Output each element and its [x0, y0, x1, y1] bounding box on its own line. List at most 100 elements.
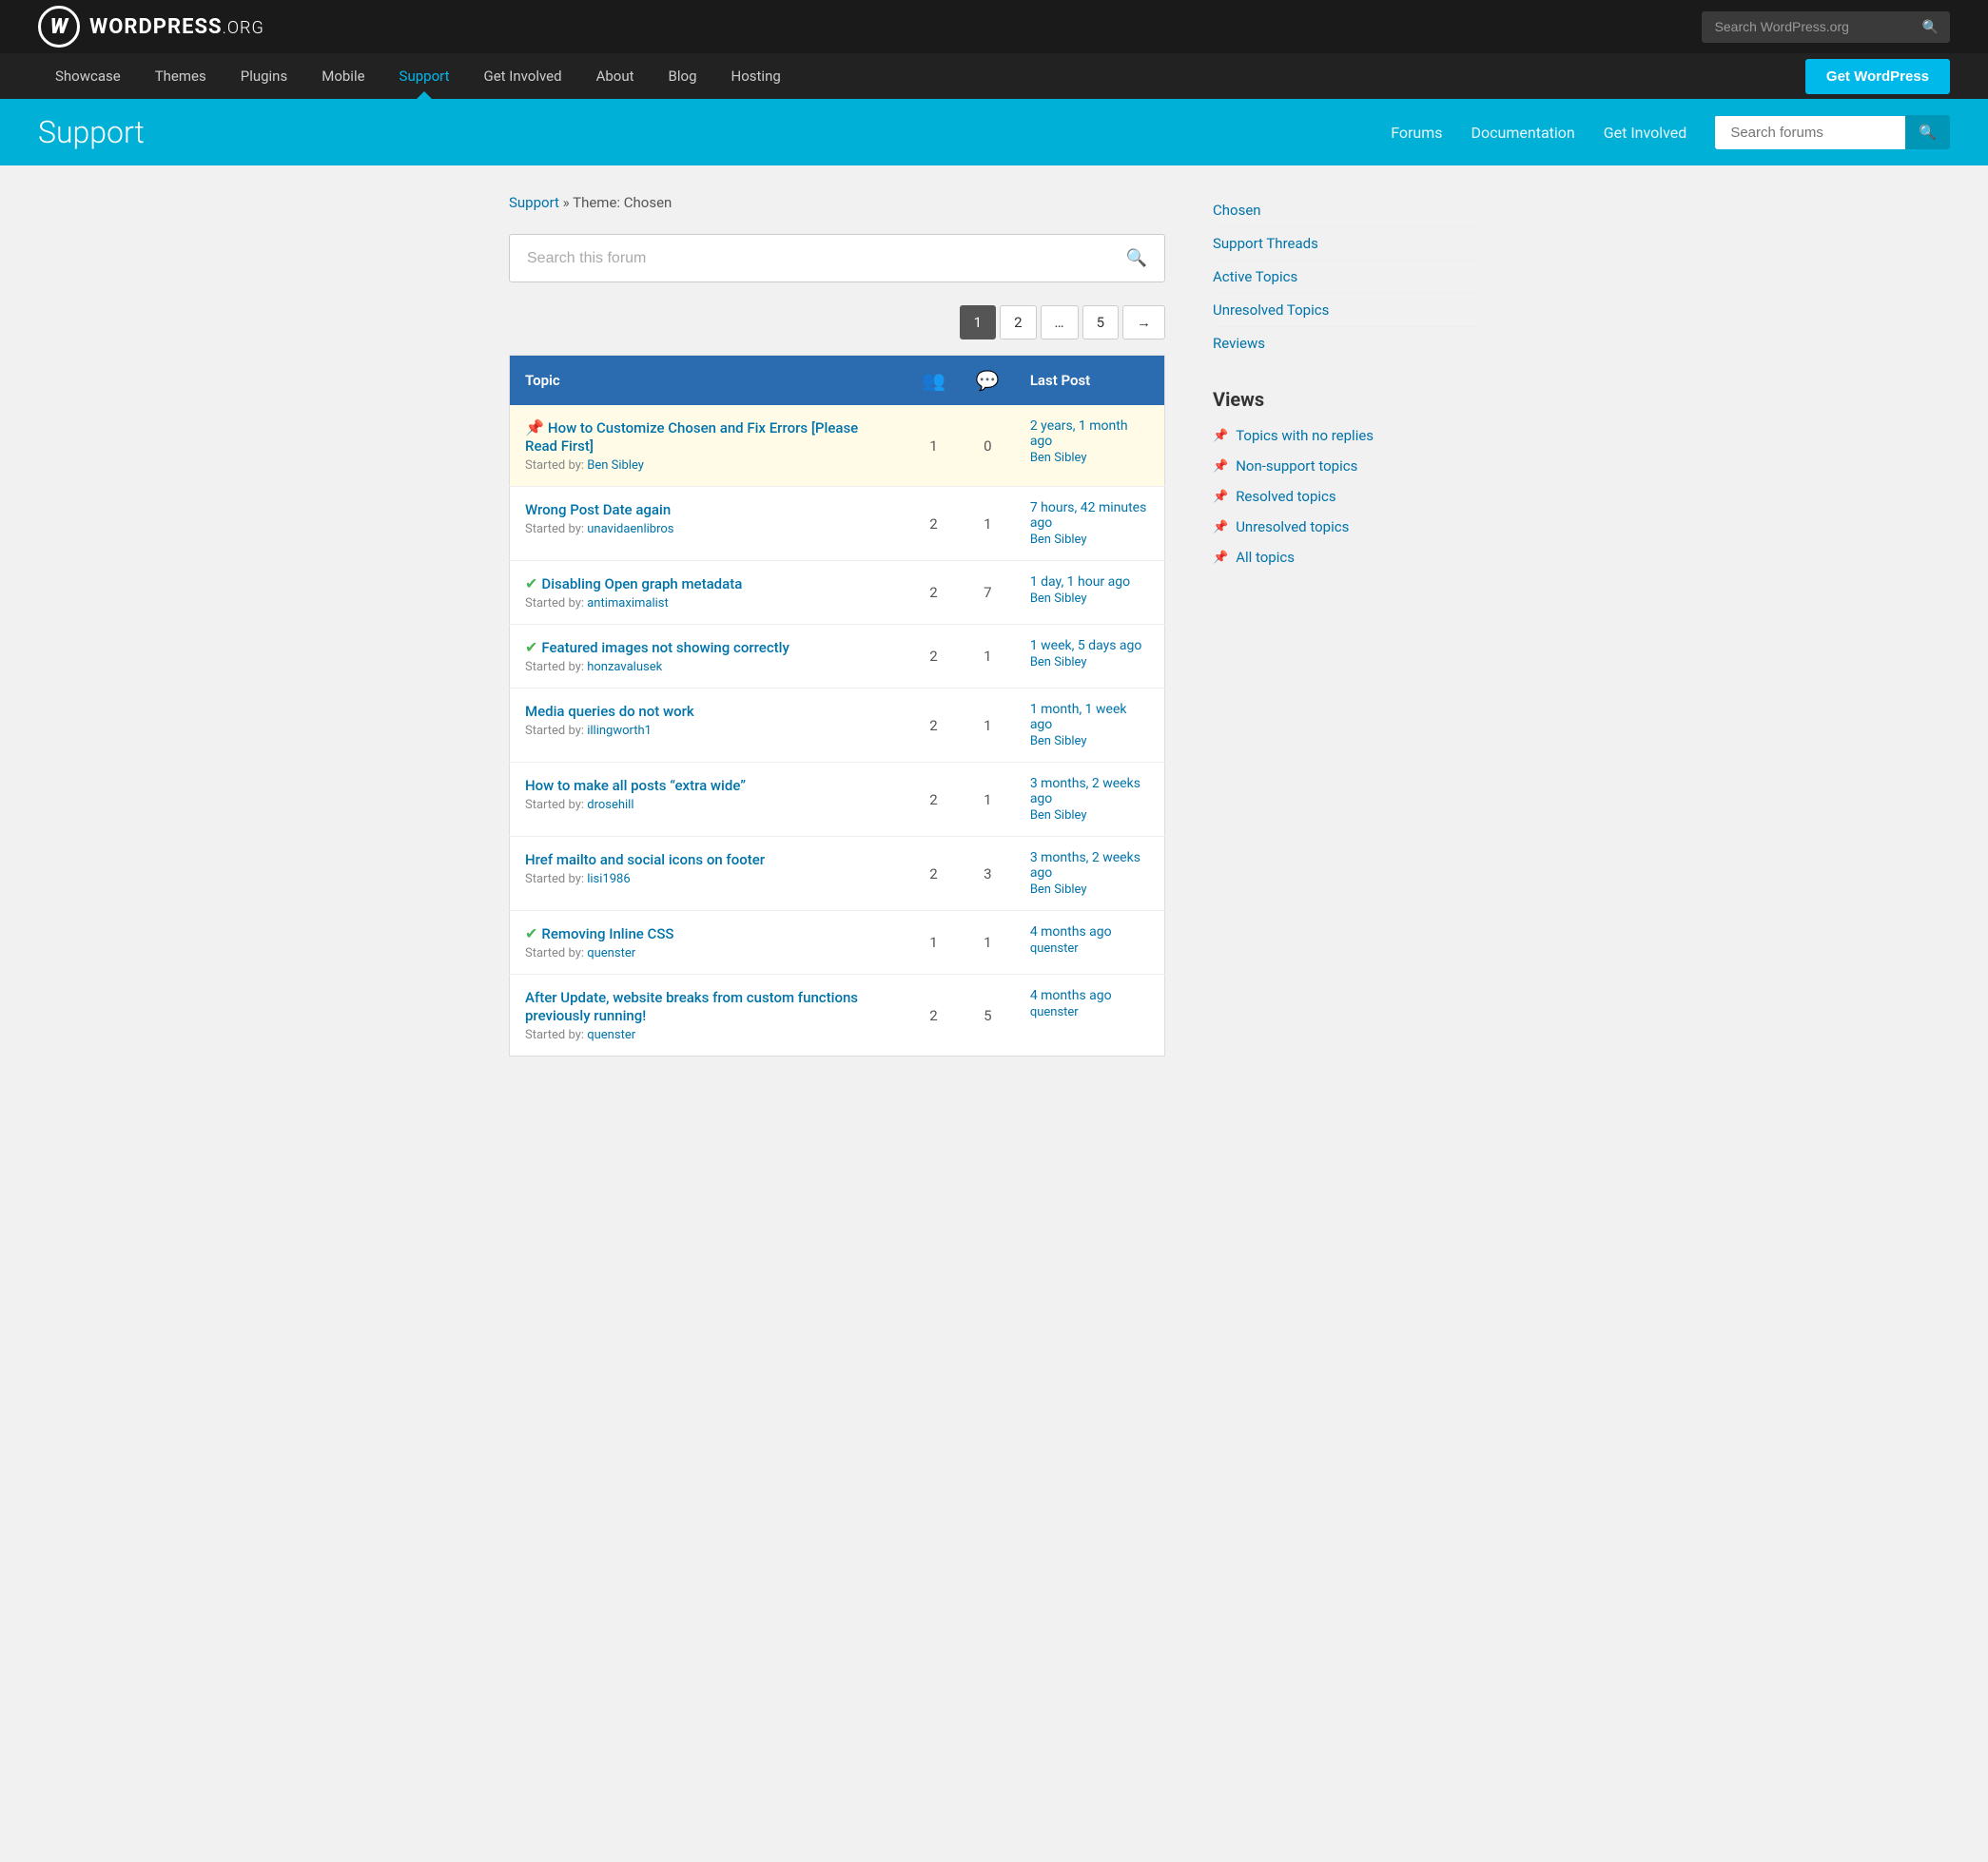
voices-count-8: 2 [906, 975, 961, 1057]
nav-link-get-involved[interactable]: Get Involved [466, 53, 578, 99]
forum-search-button[interactable]: 🔍 [1109, 235, 1164, 281]
last-post-user-2[interactable]: Ben Sibley [1030, 592, 1149, 606]
nav-link-plugins[interactable]: Plugins [224, 53, 304, 99]
sidebar-link-support-threads[interactable]: Support Threads [1213, 227, 1479, 261]
last-post-time-5[interactable]: 3 months, 2 weeks ago [1030, 776, 1149, 806]
nav-link-support[interactable]: Support [382, 53, 467, 99]
page-btn-next[interactable]: → [1122, 305, 1165, 339]
last-post-time-2[interactable]: 1 day, 1 hour ago [1030, 574, 1149, 590]
topic-title-link-5[interactable]: How to make all posts “extra wide” [525, 777, 746, 794]
support-nav-forums[interactable]: Forums [1391, 124, 1442, 142]
topic-title-link-6[interactable]: Href mailto and social icons on footer [525, 851, 765, 868]
sidebar-link-chosen[interactable]: Chosen [1213, 194, 1479, 227]
voices-count-4: 2 [906, 689, 961, 763]
nav-link-hosting[interactable]: Hosting [714, 53, 798, 99]
views-link-non-support[interactable]: 📌 Non-support topics [1213, 451, 1479, 481]
views-link-no-replies[interactable]: 📌 Topics with no replies [1213, 420, 1479, 451]
site-logo[interactable]: W WORDPRESS.ORG [38, 6, 264, 48]
page-btn-2[interactable]: 2 [1000, 305, 1036, 339]
topic-cell-1: Wrong Post Date again Started by: unavid… [510, 487, 907, 561]
views-link-no-replies-label: Topics with no replies [1236, 427, 1374, 444]
top-search-button[interactable]: 🔍 [1911, 11, 1950, 43]
top-navigation: W WORDPRESS.ORG 🔍 [0, 0, 1988, 53]
topic-cell-7: ✔Removing Inline CSS Started by: quenste… [510, 911, 907, 975]
table-row: ✔Featured images not showing correctly S… [510, 625, 1165, 689]
last-post-time-3[interactable]: 1 week, 5 days ago [1030, 638, 1149, 653]
nav-link-blog[interactable]: Blog [652, 53, 714, 99]
content-area: Support » Theme: Chosen 🔍 1 2 … 5 → Topi… [471, 165, 1517, 1085]
topic-author-link-4[interactable]: illingworth1 [587, 724, 652, 738]
views-link-unresolved-label: Unresolved topics [1236, 518, 1349, 535]
nav-link-mobile[interactable]: Mobile [304, 53, 381, 99]
pin-icon-1: 📌 [1213, 429, 1228, 443]
topic-author-link-6[interactable]: lisi1986 [587, 872, 630, 886]
topic-author-link-3[interactable]: honzavalusek [587, 660, 662, 674]
last-post-user-8[interactable]: quenster [1030, 1005, 1149, 1019]
last-post-user-1[interactable]: Ben Sibley [1030, 533, 1149, 547]
topic-title-link-0[interactable]: How to Customize Chosen and Fix Errors [… [525, 419, 858, 455]
last-post-user-5[interactable]: Ben Sibley [1030, 808, 1149, 823]
topic-author-link-1[interactable]: unavidaenlibros [587, 522, 673, 536]
last-post-user-3[interactable]: Ben Sibley [1030, 655, 1149, 669]
last-post-time-0[interactable]: 2 years, 1 month ago [1030, 418, 1149, 449]
topic-author-link-5[interactable]: drosehill [587, 798, 633, 812]
topic-author-link-8[interactable]: quenster [587, 1028, 635, 1042]
last-post-cell-7: 4 months ago quenster [1015, 911, 1165, 975]
get-wordpress-button[interactable]: Get WordPress [1805, 59, 1950, 94]
views-link-all[interactable]: 📌 All topics [1213, 542, 1479, 572]
topic-title-link-8[interactable]: After Update, website breaks from custom… [525, 989, 858, 1024]
views-heading: Views [1213, 388, 1479, 411]
forum-search-input[interactable] [510, 237, 1109, 281]
topic-author-link-2[interactable]: antimaximalist [587, 596, 669, 611]
th-last-post: Last Post [1015, 356, 1165, 406]
support-nav-get-involved[interactable]: Get Involved [1604, 124, 1687, 142]
topic-title-link-2[interactable]: Disabling Open graph metadata [541, 575, 742, 592]
views-link-resolved[interactable]: 📌 Resolved topics [1213, 481, 1479, 512]
topic-title-link-7[interactable]: Removing Inline CSS [541, 925, 673, 942]
topic-author-link-7[interactable]: quenster [587, 946, 635, 960]
views-link-unresolved[interactable]: 📌 Unresolved topics [1213, 512, 1479, 542]
support-search-input[interactable] [1715, 116, 1905, 149]
sidebar-link-unresolved-topics[interactable]: Unresolved Topics [1213, 294, 1479, 327]
views-links-list: 📌 Topics with no replies 📌 Non-support t… [1213, 420, 1479, 572]
top-search-input[interactable] [1702, 11, 1911, 42]
breadcrumb-support-link[interactable]: Support [509, 194, 559, 211]
check-icon: ✔ [525, 638, 537, 656]
topic-title-link-3[interactable]: Featured images not showing correctly [541, 639, 789, 656]
last-post-time-7[interactable]: 4 months ago [1030, 924, 1149, 940]
nav-link-showcase[interactable]: Showcase [38, 53, 138, 99]
nav-link-themes[interactable]: Themes [138, 53, 224, 99]
last-post-time-6[interactable]: 3 months, 2 weeks ago [1030, 850, 1149, 881]
main-nav-links: Showcase Themes Plugins Mobile Support G… [38, 53, 798, 99]
pin-icon-3: 📌 [1213, 490, 1228, 504]
table-row: ✔Removing Inline CSS Started by: quenste… [510, 911, 1165, 975]
topic-author-link-0[interactable]: Ben Sibley [587, 458, 644, 473]
sidebar-link-reviews[interactable]: Reviews [1213, 327, 1479, 359]
last-post-user-6[interactable]: Ben Sibley [1030, 883, 1149, 897]
last-post-time-4[interactable]: 1 month, 1 week ago [1030, 702, 1149, 732]
topic-title-link-4[interactable]: Media queries do not work [525, 703, 694, 720]
last-post-time-8[interactable]: 4 months ago [1030, 988, 1149, 1003]
support-nav-documentation[interactable]: Documentation [1472, 124, 1575, 142]
check-icon: ✔ [525, 924, 537, 942]
last-post-user-7[interactable]: quenster [1030, 941, 1149, 956]
topic-cell-3: ✔Featured images not showing correctly S… [510, 625, 907, 689]
last-post-user-4[interactable]: Ben Sibley [1030, 734, 1149, 748]
forum-search-bar: 🔍 [509, 234, 1165, 282]
topic-started-0: Started by: Ben Sibley [525, 458, 891, 473]
page-btn-1[interactable]: 1 [960, 305, 996, 339]
table-row: ✔Disabling Open graph metadata Started b… [510, 561, 1165, 625]
topic-title-link-1[interactable]: Wrong Post Date again [525, 501, 671, 518]
table-row: 📌How to Customize Chosen and Fix Errors … [510, 405, 1165, 487]
th-replies: 💬 [961, 356, 1015, 406]
nav-link-about[interactable]: About [579, 53, 652, 99]
replies-count-8: 5 [961, 975, 1015, 1057]
support-search-button[interactable]: 🔍 [1905, 115, 1950, 149]
logo-letter: W [50, 15, 68, 39]
page-btn-5[interactable]: 5 [1082, 305, 1119, 339]
replies-count-6: 3 [961, 837, 1015, 911]
last-post-time-1[interactable]: 7 hours, 42 minutes ago [1030, 500, 1149, 531]
replies-count-0: 0 [961, 405, 1015, 487]
last-post-user-0[interactable]: Ben Sibley [1030, 451, 1149, 465]
sidebar-link-active-topics[interactable]: Active Topics [1213, 261, 1479, 294]
